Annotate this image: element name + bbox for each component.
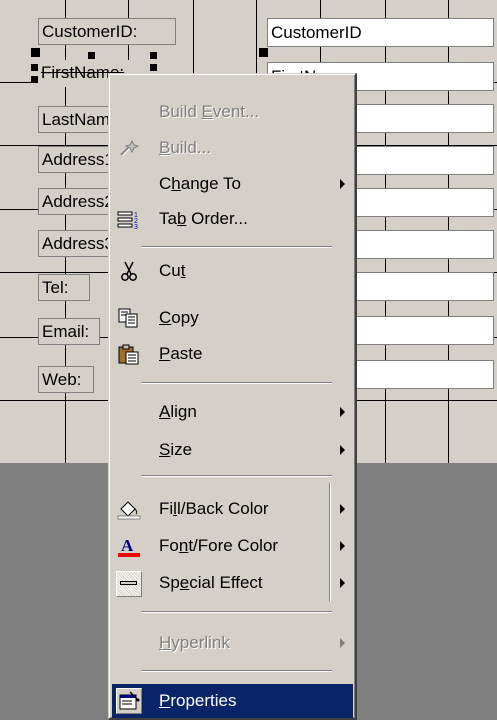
svg-text:3: 3 (134, 224, 138, 230)
paste-clipboard-icon (118, 344, 139, 365)
tab-order-icon: 1 2 3 (117, 211, 138, 230)
label-tel[interactable]: Tel: (38, 274, 90, 301)
resize-handle[interactable] (88, 52, 95, 59)
menu-properties[interactable]: Properties (112, 684, 353, 718)
submenu-arrow-icon (340, 179, 345, 189)
special-effect-icon (116, 571, 142, 597)
label-customerid[interactable]: CustomerID: (38, 18, 176, 45)
menu-special-effect[interactable]: Special Effect (112, 566, 353, 600)
label-address3[interactable]: Address3: (38, 230, 118, 257)
label-web[interactable]: Web: (38, 366, 94, 393)
menu-fill-back-color[interactable]: Fill/Back Color (112, 492, 353, 526)
build-wand-icon (120, 139, 140, 157)
menu-cut[interactable]: Cut (112, 254, 353, 288)
menu-size[interactable]: Size (112, 433, 353, 467)
submenu-arrow-icon (340, 504, 345, 514)
menu-copy[interactable]: Copy (112, 301, 353, 335)
menu-align[interactable]: Align (112, 395, 353, 429)
menu-hyperlink[interactable]: Hyperlink (112, 626, 353, 660)
submenu-arrow-icon (340, 638, 345, 648)
move-handle[interactable] (259, 48, 268, 57)
submenu-arrow-icon (340, 541, 345, 551)
fill-bucket-icon (117, 501, 141, 520)
submenu-arrow-icon (340, 407, 345, 417)
menu-separator (141, 611, 332, 613)
properties-icon (116, 688, 142, 714)
resize-handle[interactable] (31, 64, 38, 71)
menu-build[interactable]: Build... (112, 131, 353, 165)
move-handle[interactable] (31, 48, 40, 57)
resize-handle[interactable] (150, 52, 157, 59)
menu-font-fore-color[interactable]: A Font/Fore Color (112, 529, 353, 563)
label-email[interactable]: Email: (38, 318, 100, 345)
resize-handle[interactable] (31, 76, 38, 83)
svg-text:A: A (121, 536, 134, 555)
menu-paste[interactable]: Paste (112, 337, 353, 371)
menu-separator (141, 670, 332, 672)
menu-build-event[interactable]: Build Event... (112, 95, 353, 129)
menu-separator (141, 382, 332, 384)
copy-icon (118, 308, 138, 328)
label-address2[interactable]: Address2: (38, 188, 118, 215)
label-address1[interactable]: Address1: (38, 146, 118, 173)
menu-change-to[interactable]: Change To (112, 167, 353, 201)
menu-separator (141, 475, 332, 477)
submenu-arrow-icon (340, 445, 345, 455)
menu-tab-order[interactable]: 1 2 3 Tab Order... (112, 202, 353, 236)
context-menu: Build Event... Build... Change To 1 2 3 … (108, 73, 357, 720)
resize-handle[interactable] (150, 64, 157, 71)
font-color-icon: A (118, 536, 140, 557)
submenu-arrow-icon (340, 578, 345, 588)
menu-separator (141, 246, 332, 248)
scissors-icon (121, 261, 137, 281)
field-customerid[interactable]: CustomerID (267, 18, 494, 47)
